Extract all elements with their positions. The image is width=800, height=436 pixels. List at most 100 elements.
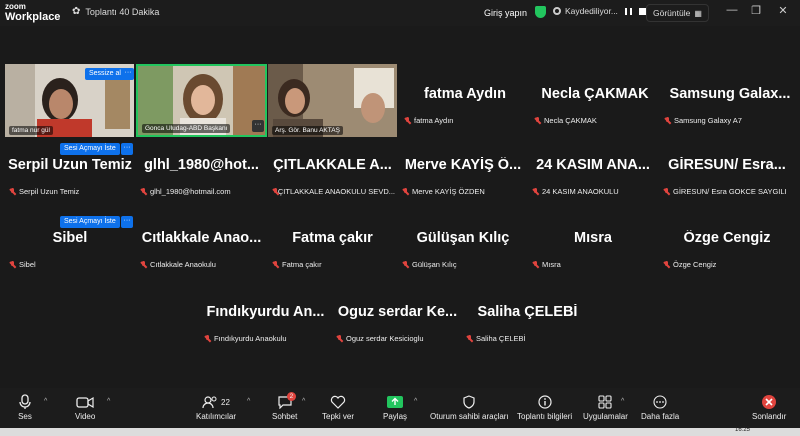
participant-display-name: Oguz serdar Ke... (337, 304, 458, 320)
muted-microphone-icon (140, 260, 147, 269)
participant-tile[interactable]: Samsung Galax... Samsung Galaxy A7 (660, 86, 800, 146)
participant-more-button[interactable]: ··· (122, 68, 134, 80)
camera-icon (76, 396, 94, 408)
participant-tile[interactable]: fatma Aydın fatma Aydın (400, 86, 530, 146)
share-options-chevron-icon[interactable]: ^ (414, 398, 417, 405)
reactions-label: Tepki ver (322, 412, 355, 421)
participant-more-button[interactable]: ··· (121, 143, 133, 155)
participant-name-label: Merve KAYİŞ ÖZDEN (402, 187, 526, 196)
host-tools-button[interactable]: Oturum sahibi araçları (430, 392, 509, 421)
participant-more-button[interactable]: ··· (252, 120, 264, 132)
zoom-window: zoom Workplace ✿ Toplantı 40 Dakika Giri… (0, 0, 800, 436)
participant-display-name: Samsung Galax... (669, 86, 791, 102)
ask-unmute-button[interactable]: Sesi Açmayı İste (60, 216, 120, 228)
video-tile-name: Gonca Uludag-ABD Başkanı (142, 124, 231, 133)
apps-icon (598, 395, 613, 409)
audio-options-chevron-icon[interactable]: ^ (44, 398, 47, 405)
participant-name-text: Gülüşan Kılıç (412, 260, 457, 269)
participant-tile[interactable]: Mısra Mısra (528, 230, 658, 290)
minimize-button[interactable]: — (722, 4, 742, 16)
audio-label: Ses (18, 412, 32, 421)
mute-participant-button[interactable]: Sessize al (85, 68, 125, 80)
close-window-button[interactable]: ✕ (773, 4, 793, 17)
apps-button[interactable]: Uygulamalar (583, 392, 628, 421)
participant-tile[interactable]: Serpil Uzun Temiz Serpil Uzun Temiz (5, 157, 135, 217)
muted-microphone-icon (9, 260, 16, 269)
apps-options-chevron-icon[interactable]: ^ (621, 398, 624, 405)
meeting-info-button[interactable]: Toplantı bilgileri (517, 392, 572, 421)
more-button[interactable]: Daha fazla (641, 392, 679, 421)
chat-button[interactable]: 2 Sohbet (272, 392, 297, 421)
participant-display-name: fatma Aydın (424, 86, 506, 102)
active-speaker-video-tile[interactable]: Gonca Uludag-ABD Başkanı ··· (136, 64, 267, 137)
video-options-chevron-icon[interactable]: ^ (107, 398, 110, 405)
stop-recording-icon[interactable] (638, 7, 646, 15)
muted-microphone-icon (272, 187, 277, 196)
muted-microphone-icon (466, 334, 473, 343)
participant-tile[interactable]: glhl_1980@hot... glhl_1980@hotmail.com (136, 157, 267, 217)
participant-name-label: Saliha ÇELEBİ (466, 334, 591, 343)
video-tile[interactable]: Arş. Gör. Banu AKTAŞ (268, 64, 397, 137)
end-call-icon (762, 395, 777, 409)
meeting-title-area[interactable]: ✿ Toplantı 40 Dakika (72, 6, 159, 17)
end-meeting-button[interactable]: Sonlandır (752, 392, 786, 421)
sign-in-button[interactable]: Giriş yapın (478, 4, 533, 22)
participant-name-text: Sibel (19, 260, 36, 269)
participant-name-label: Samsung Galaxy A7 (664, 116, 798, 125)
participant-tile[interactable]: Saliha ÇELEBİ Saliha ÇELEBİ (462, 304, 593, 364)
participant-tile[interactable]: Fındıkyurdu An... Fındıkyurdu Anaokulu (200, 304, 331, 364)
more-dots-icon (653, 395, 667, 409)
participant-name-label: GİRESUN/ Esra GOKCE SAYGILI (663, 187, 793, 196)
video-tile-name: Arş. Gör. Banu AKTAŞ (272, 126, 343, 135)
view-button[interactable]: Görüntüle ▦ (646, 4, 709, 22)
participant-name-text: ÇITLAKKALE ANAOKULU SEVD... (277, 187, 395, 196)
participant-tile[interactable]: Fatma çakır Fatma çakır (268, 230, 397, 290)
participant-name-label: Özge Cengiz (663, 260, 793, 269)
logo-workplace-text: Workplace (5, 11, 61, 23)
heart-icon (330, 395, 346, 409)
participant-tile[interactable]: Cıtlakkale Anao... Cıtlakkale Anaokulu (136, 230, 267, 290)
participant-name-text: Fındıkyurdu Anaokulu (214, 334, 287, 343)
pause-recording-icon[interactable] (624, 7, 632, 15)
participant-tile[interactable]: 24 KASIM ANA... 24 KASIM ANAOKULU (528, 157, 658, 217)
participant-name-text: Necla ÇAKMAK (544, 116, 597, 125)
muted-microphone-icon (534, 116, 541, 125)
reactions-button[interactable]: Tepki ver (322, 392, 354, 421)
participant-tile[interactable]: Sibel Sibel (5, 230, 135, 290)
participant-tile[interactable]: Merve KAYİŞ Ö... Merve KAYİŞ ÖZDEN (398, 157, 528, 217)
ask-unmute-button[interactable]: Sesi Açmayı İste (60, 143, 120, 155)
meeting-toolbar: Ses ^ Video ^ 22 Katılımcılar ^ 2 Sohbet… (0, 388, 800, 428)
participants-count: 22 (221, 397, 230, 407)
muted-microphone-icon (9, 187, 16, 196)
participant-name-label: Oguz serdar Kesicioglu (336, 334, 461, 343)
restore-button[interactable]: ❐ (746, 4, 766, 17)
participant-tile[interactable]: Necla ÇAKMAK Necla ÇAKMAK (530, 86, 660, 146)
recording-label: Kaydediliyor... (565, 6, 618, 16)
participant-tile[interactable]: GİRESUN/ Esra... GİRESUN/ Esra GOKCE SAYG… (659, 157, 795, 217)
participant-tile[interactable]: Oguz serdar Ke... Oguz serdar Kesicioglu (332, 304, 463, 364)
share-screen-icon (387, 396, 403, 408)
participants-button[interactable]: 22 Katılımcılar (196, 392, 236, 421)
participant-tile[interactable]: ÇITLAKKALE A... ÇITLAKKALE ANAOKULU SEVD.… (268, 157, 397, 217)
title-bar: zoom Workplace ✿ Toplantı 40 Dakika Giri… (0, 0, 800, 26)
participant-name-label: Fındıkyurdu Anaokulu (204, 334, 329, 343)
more-label: Daha fazla (641, 412, 680, 421)
participant-tile[interactable]: Özge Cengiz Özge Cengiz (659, 230, 795, 290)
participant-tile[interactable]: Gülüşan Kılıç Gülüşan Kılıç (398, 230, 528, 290)
chat-options-chevron-icon[interactable]: ^ (302, 398, 305, 405)
muted-microphone-icon (336, 334, 343, 343)
video-tile[interactable]: fatma nur gül Sessize al ··· (5, 64, 134, 137)
muted-microphone-icon (404, 116, 411, 125)
grid-icon: ▦ (694, 8, 702, 18)
chat-unread-badge: 2 (286, 392, 297, 401)
muted-microphone-icon (532, 260, 539, 269)
participant-display-name: Özge Cengiz (683, 230, 771, 246)
participant-name-label: ÇITLAKKALE ANAOKULU SEVD... (272, 187, 395, 196)
audio-button[interactable]: Ses (18, 392, 32, 421)
participant-name-text: Merve KAYİŞ ÖZDEN (412, 187, 485, 196)
participants-options-chevron-icon[interactable]: ^ (247, 398, 250, 405)
participant-name-text: Fatma çakır (282, 260, 322, 269)
participant-more-button[interactable]: ··· (121, 216, 133, 228)
video-button[interactable]: Video (75, 392, 95, 421)
share-screen-button[interactable]: Paylaş (383, 392, 407, 421)
